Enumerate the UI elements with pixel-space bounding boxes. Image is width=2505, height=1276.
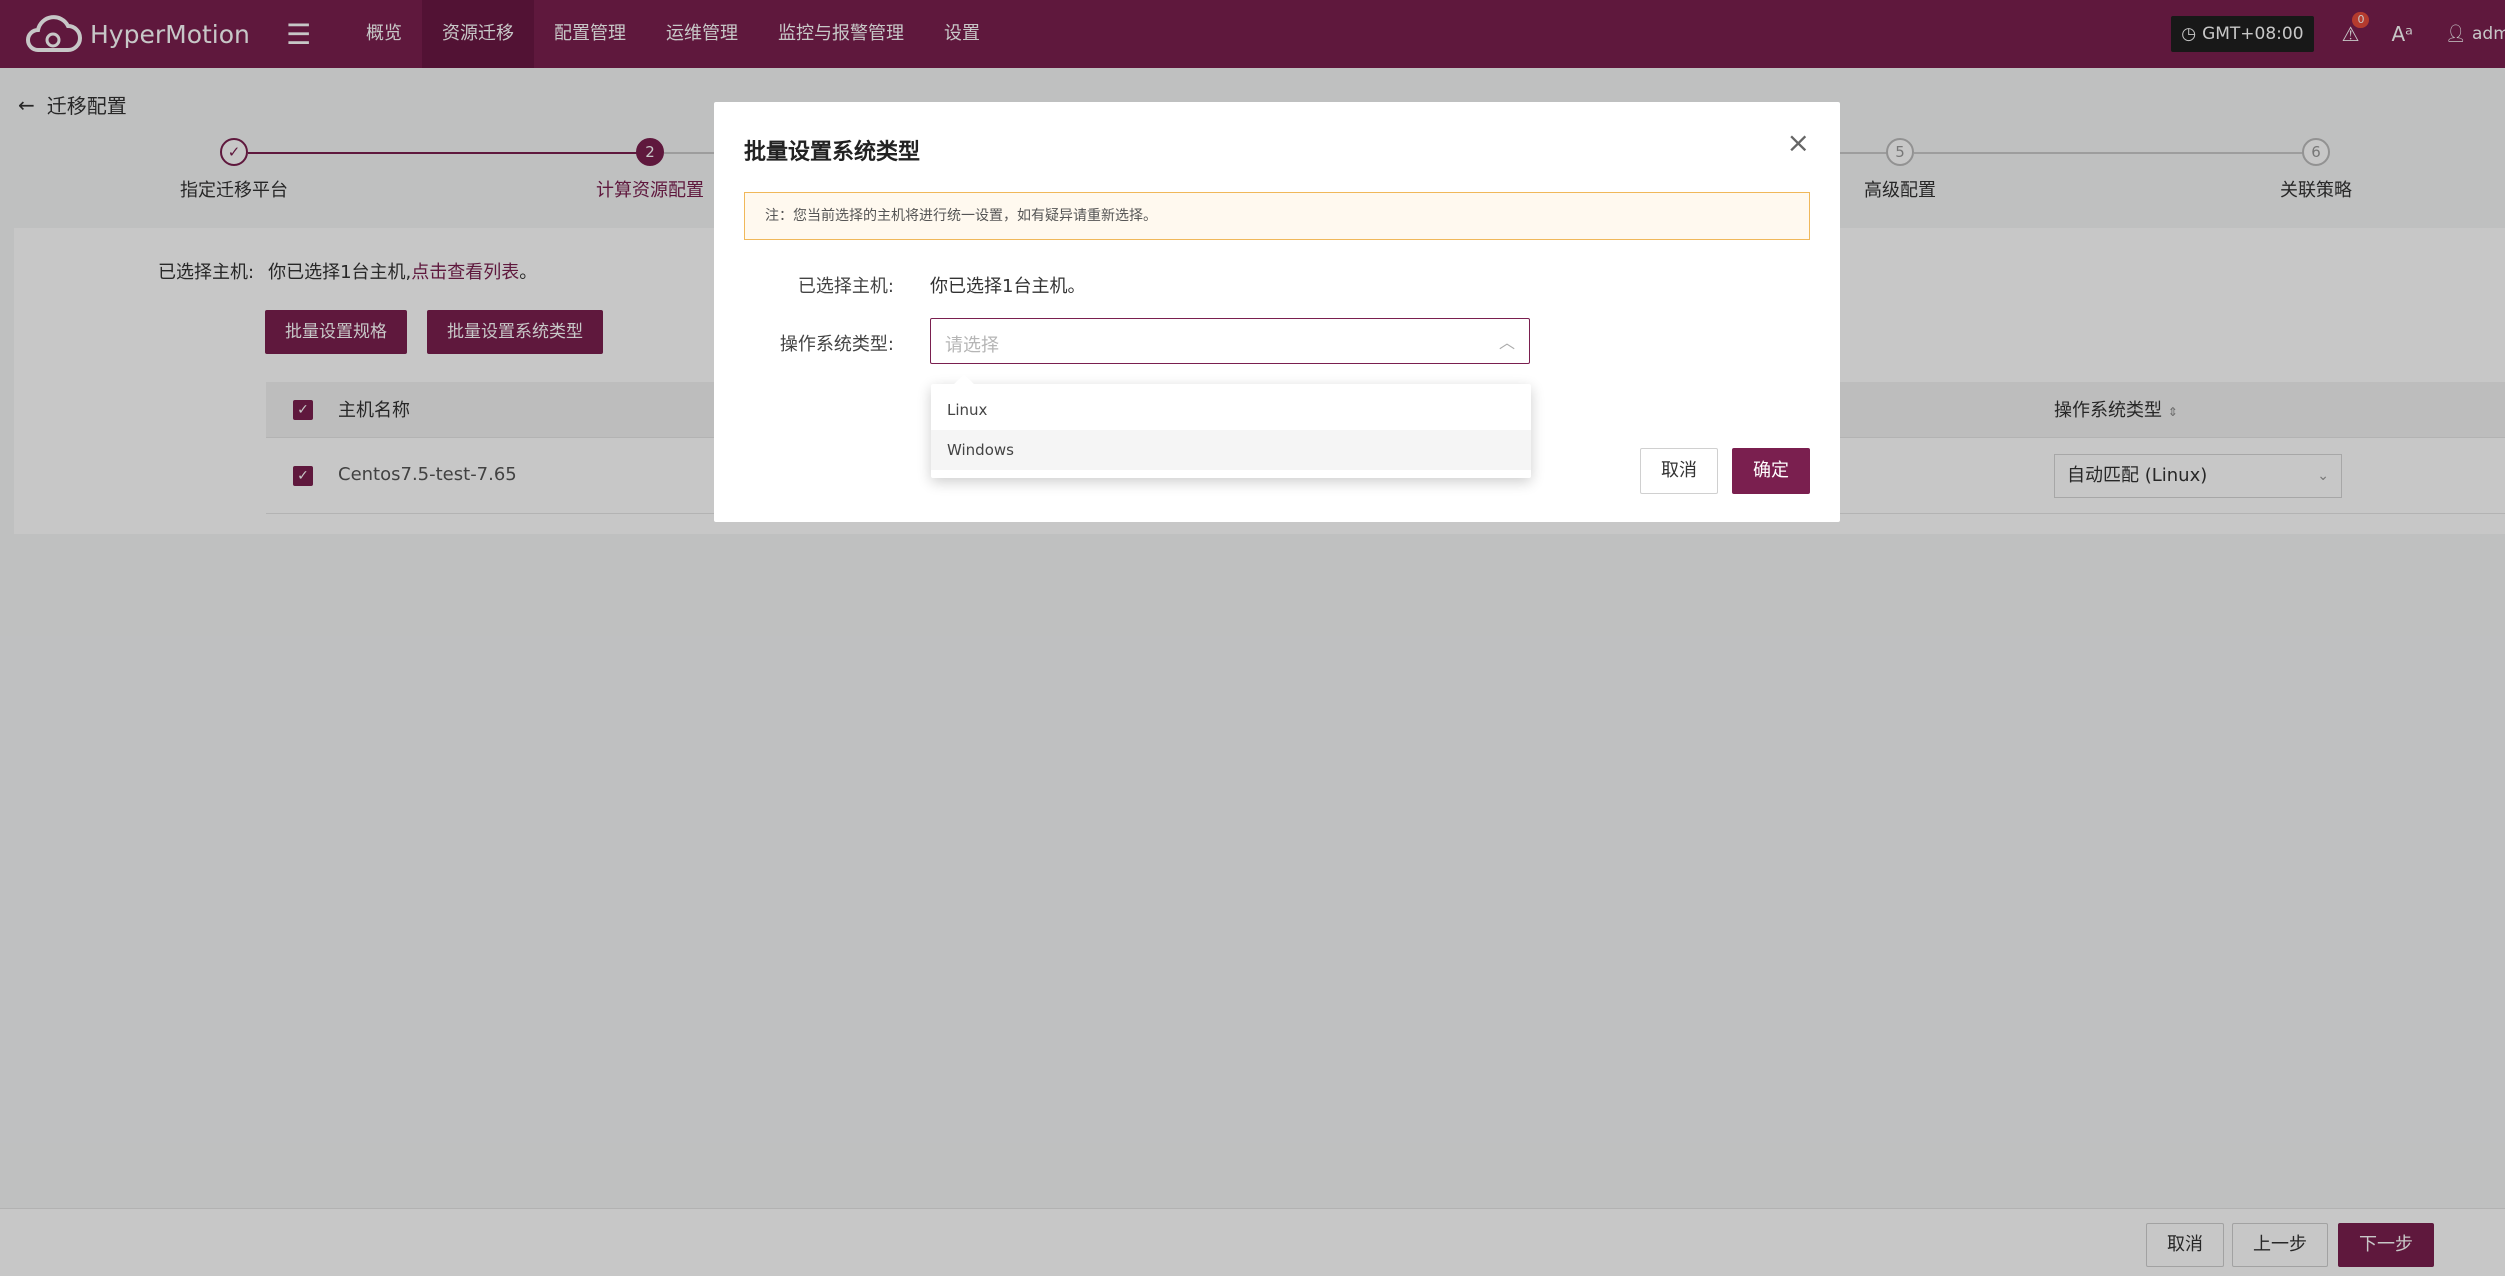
dialog-title: 批量设置系统类型 xyxy=(744,140,921,165)
os-type-dropdown: Linux Windows xyxy=(931,374,1531,478)
os-type-label: 操作系统类型: xyxy=(779,334,894,355)
dialog-selected-label: 已选择主机: xyxy=(797,276,894,297)
close-icon[interactable]: × xyxy=(1787,126,1810,159)
os-type-placeholder: 请选择 xyxy=(945,335,999,356)
chevron-up-icon: ︿ xyxy=(1498,333,1515,352)
option-windows[interactable]: Windows xyxy=(931,430,1531,470)
dialog-selected-value: 你已选择1台主机。 xyxy=(930,276,1086,297)
dialog-cancel-button[interactable]: 取消 xyxy=(1640,448,1718,494)
option-linux[interactable]: Linux xyxy=(931,390,1531,430)
os-type-select[interactable]: 请选择 ︿ xyxy=(930,318,1530,364)
dialog-confirm-button[interactable]: 确定 xyxy=(1732,448,1810,494)
warning-note: 注：您当前选择的主机将进行统一设置，如有疑异请重新选择。 xyxy=(744,192,1810,240)
